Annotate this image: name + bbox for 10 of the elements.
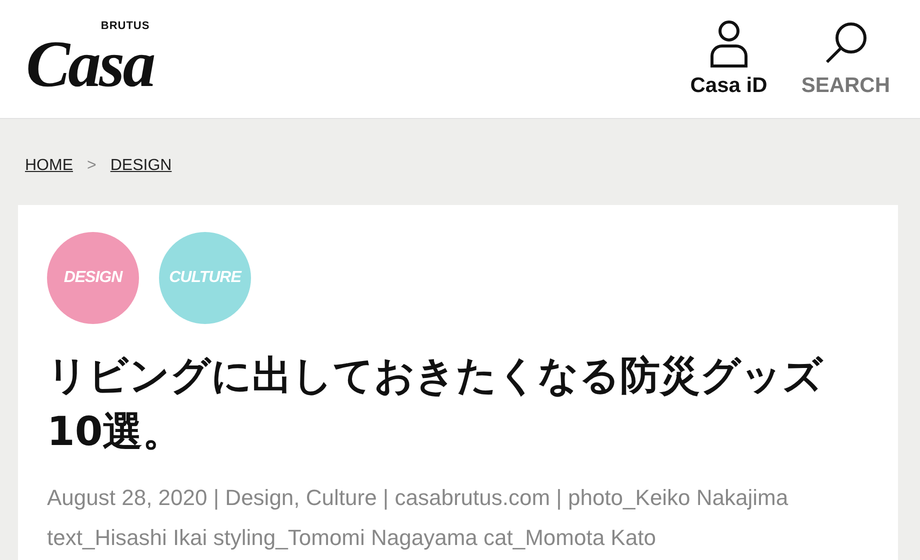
account-button[interactable]: Casa iD bbox=[690, 20, 768, 98]
logo-subtitle: BRUTUS bbox=[100, 20, 150, 32]
logo[interactable]: Casa bbox=[26, 32, 154, 98]
search-button[interactable]: SEARCH bbox=[801, 20, 890, 98]
breadcrumb-separator: > bbox=[87, 157, 96, 175]
breadcrumb-link[interactable]: HOME bbox=[25, 157, 73, 175]
user-icon bbox=[708, 20, 749, 68]
breadcrumb-link[interactable]: DESIGN bbox=[110, 157, 172, 175]
article-title: リビングに出しておきたくなる防災グッズ10選。 bbox=[47, 352, 824, 457]
article-meta: August 28, 2020 | Design, Culture | casabrutus.com | photo_Keiko Nakajima text_Hisashi Ikai styling_Tomomi Nagayama cat_Momota Kato bbox=[47, 484, 790, 552]
